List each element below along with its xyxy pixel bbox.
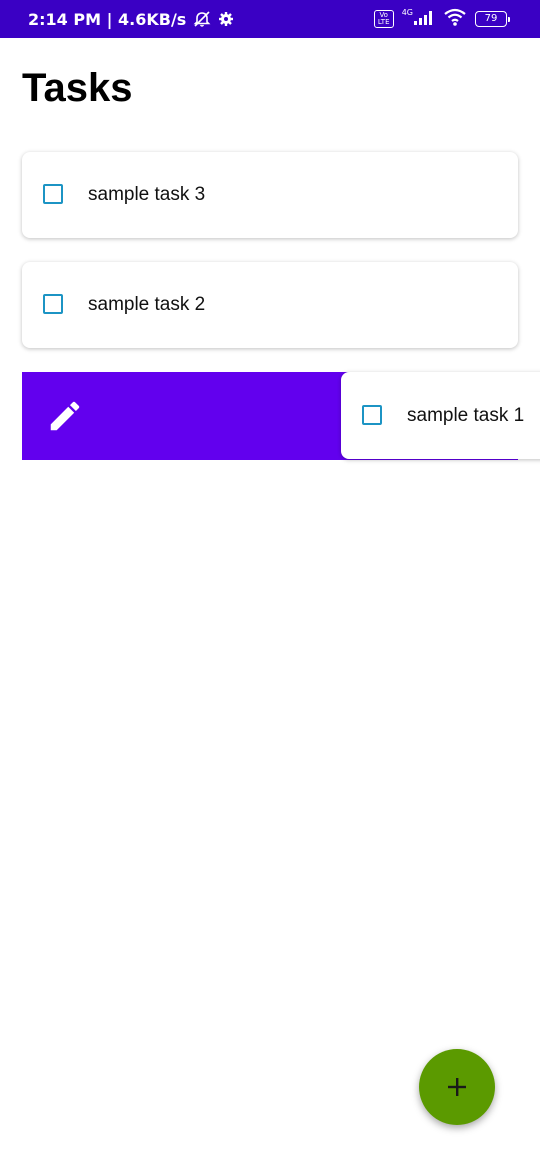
task-label: sample task 1 — [407, 405, 525, 426]
wifi-icon — [443, 8, 467, 31]
page-title: Tasks — [22, 66, 133, 110]
task-label: sample task 2 — [88, 294, 206, 315]
task-label: sample task 3 — [88, 184, 206, 205]
network-type-label: 4G — [401, 7, 413, 17]
task-checkbox[interactable] — [43, 294, 63, 314]
add-task-button[interactable] — [419, 1049, 495, 1125]
status-left: 2:14 PM | 4.6KB/s — [28, 0, 234, 38]
status-time-speed: 2:14 PM | 4.6KB/s — [28, 9, 187, 29]
task-card[interactable]: sample task 2 — [22, 262, 518, 348]
signal-icon — [413, 9, 435, 30]
task-card[interactable]: sample task 3 — [22, 152, 518, 238]
settings-gear-icon — [218, 11, 234, 27]
task-checkbox[interactable] — [362, 405, 382, 425]
status-right: Vo LTE 4G 79 — [373, 0, 510, 38]
alarm-off-icon — [192, 10, 212, 28]
battery-level: 79 — [475, 11, 507, 27]
battery-icon: 79 — [475, 11, 510, 27]
status-bar: 2:14 PM | 4.6KB/s Vo LTE 4G 79 — [0, 0, 540, 38]
volte-icon: Vo LTE — [373, 10, 394, 28]
task-checkbox[interactable] — [43, 184, 63, 204]
task-card[interactable]: sample task 1 — [341, 372, 540, 459]
plus-icon — [448, 1078, 466, 1096]
edit-pencil-icon — [50, 401, 80, 431]
